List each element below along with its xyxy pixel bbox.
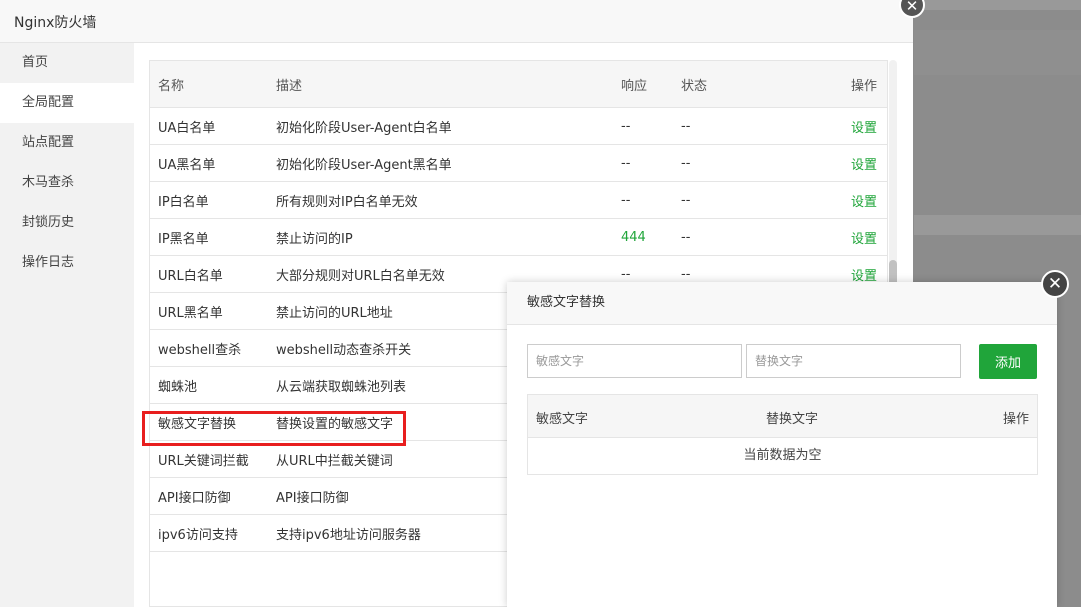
cell-desc: 初始化阶段User-Agent白名单 — [268, 107, 621, 145]
settings-link[interactable]: 设置 — [831, 181, 887, 219]
sidebar-item-home[interactable]: 首页 — [0, 43, 134, 83]
window-title-bar: Nginx防火墙 — [0, 0, 913, 43]
sidebar-item-trojan-scan[interactable]: 木马查杀 — [0, 163, 134, 203]
sensitive-text-dialog: 敏感文字替换 添加 敏感文字 替换文字 操作 当前数据为空 — [507, 282, 1057, 607]
cell-resp: -- — [621, 181, 681, 219]
settings-link[interactable]: 设置 — [831, 144, 887, 182]
replace-text-input[interactable] — [746, 344, 961, 378]
highlight-box — [142, 411, 406, 446]
col-header-name: 名称 — [150, 61, 268, 108]
background-strip — [914, 30, 1081, 75]
table-header-row: 名称 描述 响应 状态 操作 — [150, 61, 887, 108]
col-header-sensitive: 敏感文字 — [536, 412, 589, 427]
cell-status: -- — [681, 218, 831, 256]
cell-desc: 初始化阶段User-Agent黑名单 — [268, 144, 621, 182]
cell-resp: 444 — [621, 218, 681, 256]
col-header-resp: 响应 — [621, 61, 681, 108]
cell-name: API接口防御 — [150, 477, 268, 515]
cell-name: 蜘蛛池 — [150, 366, 268, 404]
cell-name: ipv6访问支持 — [150, 514, 268, 552]
dialog-table: 敏感文字 替换文字 操作 当前数据为空 — [527, 394, 1038, 475]
dialog-title: 敏感文字替换 — [507, 282, 1057, 325]
background-strip — [914, 0, 1081, 10]
add-button[interactable]: 添加 — [979, 344, 1037, 379]
settings-link[interactable]: 设置 — [831, 107, 887, 145]
col-header-status: 状态 — [681, 61, 831, 108]
table-row: UA黑名单 初始化阶段User-Agent黑名单 -- -- 设置 — [150, 144, 887, 182]
cell-resp: -- — [621, 144, 681, 182]
cell-name: UA黑名单 — [150, 144, 268, 182]
sidebar: 首页 全局配置 站点配置 木马查杀 封锁历史 操作日志 — [0, 43, 134, 607]
background-strip — [914, 215, 1081, 235]
cell-desc: 禁止访问的IP — [268, 218, 621, 256]
col-header-op: 操作 — [1002, 412, 1029, 427]
table-row: IP黑名单 禁止访问的IP 444 -- 设置 — [150, 218, 887, 256]
window-title: Nginx防火墙 — [14, 15, 97, 31]
sensitive-text-input[interactable] — [527, 344, 742, 378]
cell-name: UA白名单 — [150, 107, 268, 145]
cell-status: -- — [681, 144, 831, 182]
sidebar-item-block-history[interactable]: 封锁历史 — [0, 203, 134, 243]
sidebar-item-global-config[interactable]: 全局配置 — [0, 83, 134, 123]
cell-status: -- — [681, 181, 831, 219]
col-header-desc: 描述 — [268, 61, 621, 108]
cell-name: IP白名单 — [150, 181, 268, 219]
cell-name: URL黑名单 — [150, 292, 268, 330]
cell-name: IP黑名单 — [150, 218, 268, 256]
cell-status: -- — [681, 107, 831, 145]
dialog-table-header: 敏感文字 替换文字 操作 — [528, 395, 1037, 438]
table-row: IP白名单 所有规则对IP白名单无效 -- -- 设置 — [150, 181, 887, 219]
cell-desc: 所有规则对IP白名单无效 — [268, 181, 621, 219]
cell-name: URL白名单 — [150, 255, 268, 293]
col-header-replace: 替换文字 — [766, 412, 819, 427]
sidebar-item-operation-log[interactable]: 操作日志 — [0, 243, 134, 283]
settings-link[interactable]: 设置 — [831, 218, 887, 256]
cell-name: webshell查杀 — [150, 329, 268, 367]
col-header-op: 操作 — [831, 61, 887, 108]
cell-resp: -- — [621, 107, 681, 145]
dialog-close-icon[interactable]: ✕ — [1041, 270, 1069, 298]
empty-text: 当前数据为空 — [743, 448, 822, 463]
table-row: UA白名单 初始化阶段User-Agent白名单 -- -- 设置 — [150, 107, 887, 145]
sidebar-item-site-config[interactable]: 站点配置 — [0, 123, 134, 163]
cell-name: URL关键词拦截 — [150, 440, 268, 478]
